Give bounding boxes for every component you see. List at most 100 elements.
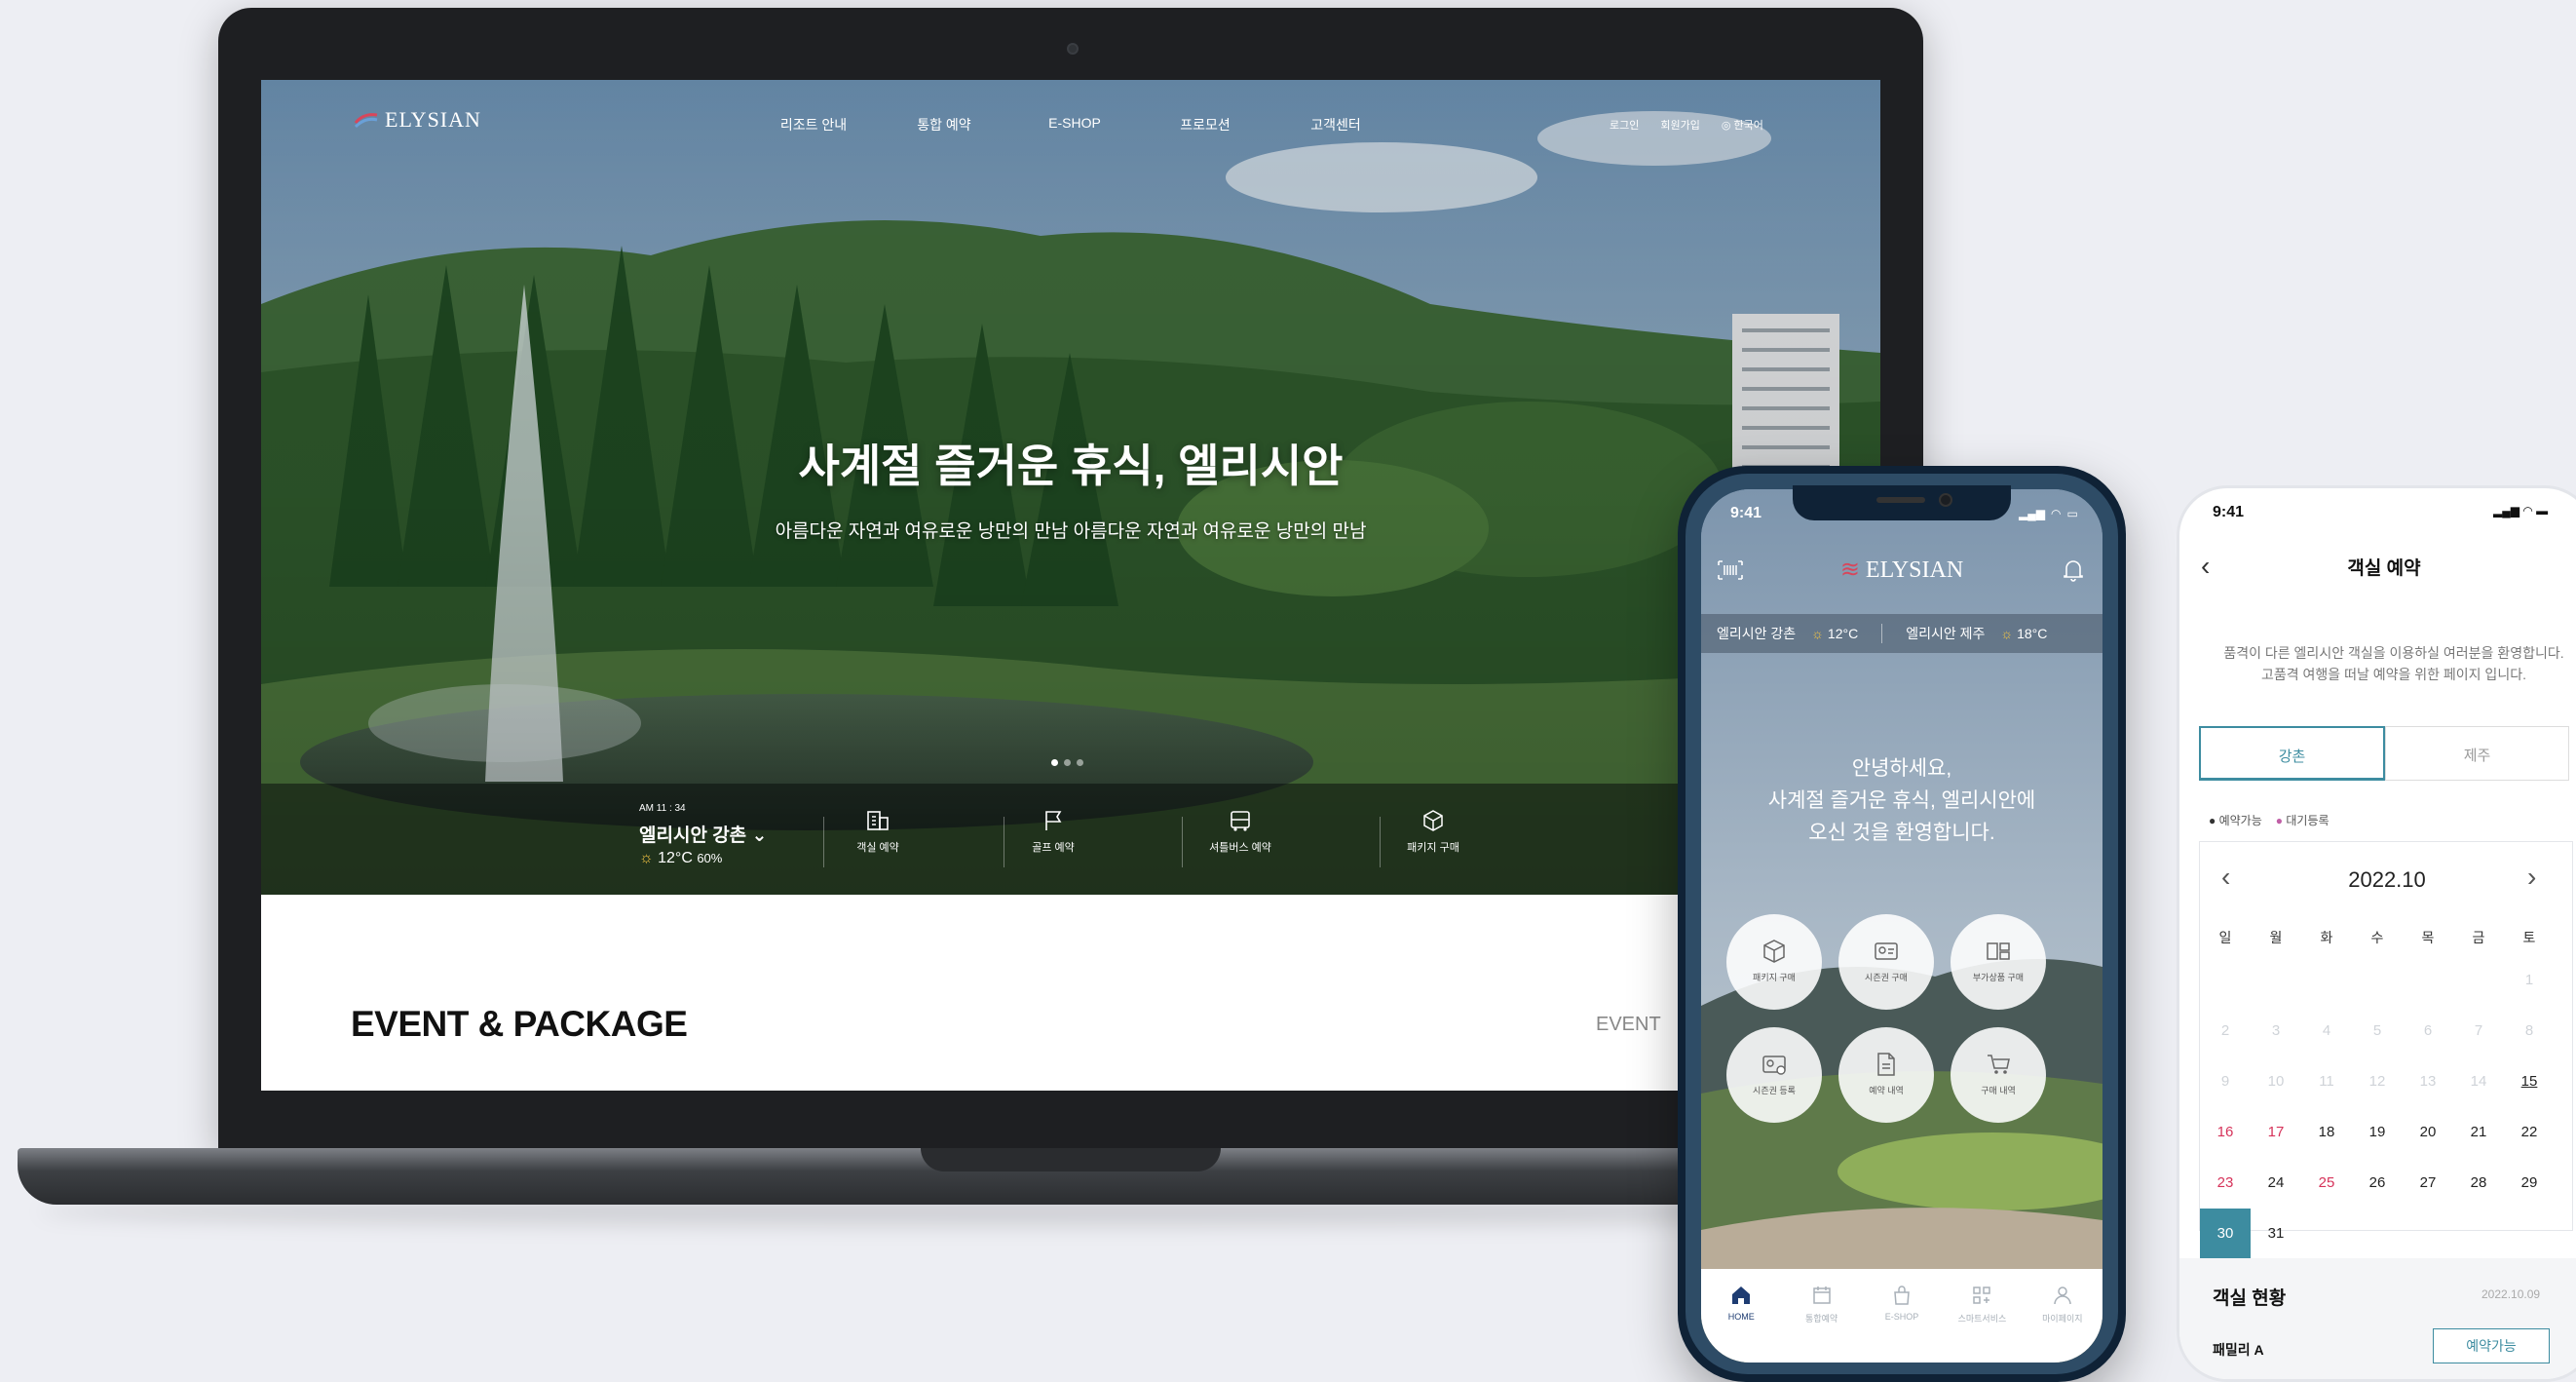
brand-logo[interactable]: ≋ ELYSIAN xyxy=(1701,556,2102,584)
circle-label: 시즌권 등록 xyxy=(1753,1086,1796,1095)
addon-purchase-button[interactable]: 부가상품 구매 xyxy=(1951,914,2046,1010)
slide-dot[interactable] xyxy=(1064,759,1071,766)
next-month-icon[interactable]: › xyxy=(2527,862,2536,893)
status-icons: ▂▄▆ ◠ ▬ xyxy=(2493,504,2548,518)
quick-room-booking[interactable]: 객실 예약 xyxy=(814,809,941,856)
wifi-icon: ◠ xyxy=(2050,507,2062,520)
tab-gangchon[interactable]: 강촌 xyxy=(2199,726,2385,781)
tab-home[interactable]: HOME xyxy=(1701,1285,1781,1363)
status-date: 2022.10.09 xyxy=(2481,1287,2541,1301)
calendar-legend: ● 예약가능 ● 대기등록 xyxy=(2209,812,2330,828)
slide-dot[interactable] xyxy=(1077,759,1083,766)
room-available-button[interactable]: 예약가능 xyxy=(2433,1328,2550,1363)
box-icon xyxy=(1423,810,1443,831)
calendar-day[interactable]: 17 xyxy=(2251,1107,2301,1158)
bus-icon xyxy=(1231,811,1250,831)
calendar: ‹ 2022.10 › 일 월 화 수 목 금 토 1 2 3 4 5 6 7 8 9 10 11 1… xyxy=(2199,841,2573,1259)
nav-resort-info[interactable]: 리조트 안내 xyxy=(748,115,879,134)
season-pass-purchase-button[interactable]: 시즌권 구매 xyxy=(1838,914,1934,1010)
quick-golf-booking[interactable]: 골프 예약 xyxy=(990,809,1117,856)
building-icon xyxy=(867,811,889,830)
language-select[interactable]: ◎ 한국어 xyxy=(1722,117,1763,133)
weekday-label: 화 xyxy=(2320,930,2333,945)
reservation-history-button[interactable]: 예약 내역 xyxy=(1838,1027,1934,1123)
flag-icon xyxy=(1045,811,1062,830)
package-purchase-button[interactable]: 패키지 구매 xyxy=(1726,914,1822,1010)
phone-speaker xyxy=(1876,497,1925,503)
battery-icon: ▭ xyxy=(2066,507,2078,520)
tab-event[interactable]: EVENT xyxy=(1596,1014,1661,1036)
calendar-day[interactable]: 24 xyxy=(2251,1158,2301,1209)
cart-icon xyxy=(1988,1055,2010,1074)
login-link[interactable]: 로그인 xyxy=(1610,117,1639,133)
divider xyxy=(1881,624,1883,643)
calendar-day[interactable]: 30 xyxy=(2200,1209,2251,1259)
tab-mypage[interactable]: 마이페이지 xyxy=(2023,1285,2102,1363)
greeting-line: 오신 것을 환영합니다. xyxy=(1808,822,1995,844)
calendar-day: 4 xyxy=(2322,1022,2331,1039)
quick-shuttle-booking[interactable]: 셔틀버스 예약 xyxy=(1177,809,1304,856)
bell-icon[interactable] xyxy=(2062,557,2085,588)
resort-select[interactable]: 엘리시안 강촌 ⌄ xyxy=(639,821,767,847)
calendar-day[interactable]: 20 xyxy=(2403,1107,2453,1158)
quick-label: 객실 예약 xyxy=(856,842,899,854)
brand-name: ELYSIAN xyxy=(385,107,481,132)
tab-jeju[interactable]: 제주 xyxy=(2385,726,2569,781)
weekday-label: 토 xyxy=(2522,930,2536,945)
calendar-month: 2022.10 xyxy=(2348,867,2426,892)
wifi-icon: ◠ xyxy=(2522,504,2533,518)
calendar-day[interactable]: 31 xyxy=(2251,1209,2301,1259)
hero-title: 사계절 즐거운 휴식, 엘리시안 xyxy=(798,441,1344,491)
tab-label: HOME xyxy=(1727,1312,1755,1322)
section-title: 객실 현황 xyxy=(2213,1288,2287,1309)
calendar-day[interactable]: 22 xyxy=(2504,1107,2555,1158)
dot-icon: ● xyxy=(2209,814,2216,827)
page-title: 객실 예약 xyxy=(2347,558,2421,579)
slide-dot[interactable] xyxy=(1051,759,1058,766)
signal-icon: ▂▄▆ xyxy=(2019,507,2045,520)
quick-label: 패키지 구매 xyxy=(1407,842,1459,854)
intro-text: 품격이 다른 엘리시안 객실을 이용하실 여러분을 환영합니다. 고품격 여행을… xyxy=(2199,642,2576,685)
phone-notch xyxy=(1793,485,2011,520)
brand-logo[interactable]: ELYSIAN xyxy=(354,107,481,133)
weekday-label: 목 xyxy=(2421,930,2435,945)
calendar-day: 12 xyxy=(2368,1073,2386,1090)
calendar-day[interactable]: 29 xyxy=(2504,1158,2555,1209)
logo-mark-icon: ≋ xyxy=(1839,557,1860,583)
status-icons: ▂▄▆ ◠ ▭ xyxy=(2019,507,2078,520)
tab-label: 스마트서비스 xyxy=(1957,1314,2007,1324)
calendar-day[interactable]: 28 xyxy=(2453,1158,2504,1209)
weather-location: 엘리시안 제주 xyxy=(1906,626,1986,641)
bag-icon xyxy=(1894,1286,1910,1305)
nav-promotion[interactable]: 프로모션 xyxy=(1140,115,1270,134)
quick-label: 골프 예약 xyxy=(1032,842,1075,854)
nav-support[interactable]: 고객센터 xyxy=(1270,115,1401,134)
purchase-history-button[interactable]: 구매 내역 xyxy=(1951,1027,2046,1123)
calendar-day[interactable]: 21 xyxy=(2453,1107,2504,1158)
calendar-day[interactable]: 27 xyxy=(2403,1158,2453,1209)
calendar-day[interactable]: 25 xyxy=(2301,1158,2352,1209)
nav-booking[interactable]: 통합 예약 xyxy=(879,115,1009,134)
tab-label: 마이페이지 xyxy=(2042,1314,2083,1324)
status-time: 9:41 xyxy=(2213,504,2245,520)
calendar-day[interactable]: 15 xyxy=(2504,1056,2555,1107)
tab-smart-service[interactable]: 스마트서비스 xyxy=(1942,1285,2022,1363)
intro-line: 고품격 여행을 떠날 예약을 위한 페이지 입니다. xyxy=(2261,667,2526,682)
calendar-day: 11 xyxy=(2319,1073,2334,1090)
tab-booking[interactable]: 통합예약 xyxy=(1781,1285,1861,1363)
calendar-day[interactable]: 16 xyxy=(2200,1107,2251,1158)
calendar-day: 10 xyxy=(2267,1073,2285,1090)
calendar-day[interactable]: 23 xyxy=(2200,1158,2251,1209)
humidity: 60% xyxy=(697,851,723,865)
quick-package-purchase[interactable]: 패키지 구매 xyxy=(1370,809,1496,856)
weekday-label: 금 xyxy=(2472,930,2485,945)
nav-eshop[interactable]: E-SHOP xyxy=(1009,115,1140,134)
tab-eshop[interactable]: E-SHOP xyxy=(1862,1285,1942,1363)
season-pass-register-button[interactable]: 시즌권 등록 xyxy=(1726,1027,1822,1123)
calendar-day[interactable]: 18 xyxy=(2301,1107,2352,1158)
signup-link[interactable]: 회원가입 xyxy=(1660,117,1699,133)
calendar-day[interactable]: 19 xyxy=(2352,1107,2403,1158)
box-icon xyxy=(1763,940,1785,963)
document-icon xyxy=(1877,1053,1895,1076)
calendar-day[interactable]: 26 xyxy=(2352,1158,2403,1209)
